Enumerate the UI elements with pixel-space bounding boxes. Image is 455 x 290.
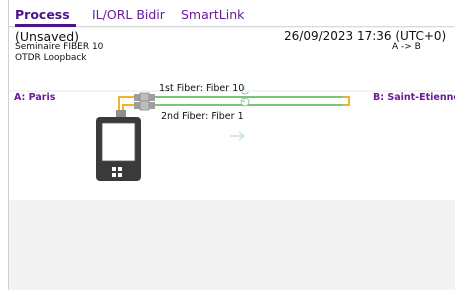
connector-2-icon (134, 100, 155, 111)
tab-active-indicator (15, 24, 76, 27)
fiber-diagram (96, 92, 350, 181)
measurement-name: Seminaire FIBER 10 (15, 42, 104, 52)
tab-smartlink[interactable]: SmartLink (181, 7, 244, 22)
fiber-2-marker-number: 2 (242, 97, 246, 104)
tab-process[interactable]: Process (15, 7, 70, 22)
measurement-datetime: 26/09/2023 17:36 (UTC+0) (284, 29, 447, 43)
loopback-cord (343, 96, 350, 106)
measurement-mode: OTDR Loopback (15, 53, 87, 63)
measurement-direction: A -> B (392, 42, 421, 52)
results-area (9, 200, 455, 290)
fiber-1-marker-number: 1 (242, 85, 246, 92)
link-schema: A: Paris B: Saint-Etienne 1st Fiber: Fib… (9, 83, 455, 200)
direction-arrow-icon (230, 131, 246, 141)
fiber-1-label: 1st Fiber: Fiber 10 (159, 83, 245, 94)
otdr-device-icon (96, 110, 141, 181)
patch-cord-1 (118, 96, 136, 110)
measurement-info: (Unsaved) Seminaire FIBER 10 OTDR Loopba… (9, 28, 455, 90)
tab-bar: Process IL/ORL Bidir SmartLink (9, 0, 455, 27)
app-root: Process IL/ORL Bidir SmartLink (Unsaved)… (8, 0, 455, 290)
tab-il-orl-bidir[interactable]: IL/ORL Bidir (92, 7, 165, 22)
fiber-2-label: 2nd Fiber: Fiber 1 (161, 111, 244, 122)
